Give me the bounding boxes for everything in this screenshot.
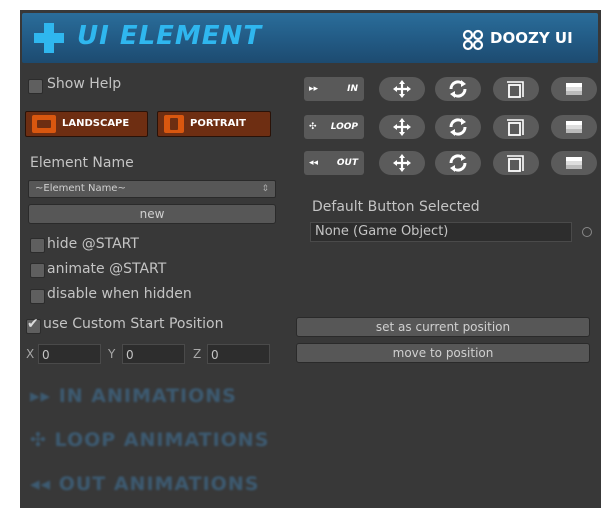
out-animations-section[interactable]: ◂◂ OUT ANIMATIONS [30,473,259,495]
z-axis-label: Z [193,347,202,361]
scale-icon [507,119,524,136]
out-rotate-button[interactable] [435,151,481,175]
new-element-name-button[interactable]: new [28,204,276,224]
out-scale-button[interactable] [493,151,539,175]
dropdown-arrow-icon: ⇕ [261,184,269,194]
animate-at-start-checkbox[interactable] [30,263,45,278]
loop-rotate-button[interactable] [435,115,481,139]
rotate-icon [449,80,467,98]
use-custom-start-position-label: use Custom Start Position [43,316,224,332]
disable-when-hidden-label: disable when hidden [47,286,192,302]
loop-arrows-icon: ✣ [309,122,317,132]
move-to-position-button[interactable]: move to position [296,343,590,363]
use-custom-start-position-checkbox[interactable] [26,316,41,334]
z-position-field[interactable]: 0 [207,344,270,364]
in-fade-button[interactable] [551,77,597,101]
landscape-button[interactable]: LANDSCAPE [25,111,148,137]
out-fade-button[interactable] [551,151,597,175]
fast-forward-icon: ▸▸ [309,84,319,94]
out-row-label[interactable]: ◂◂ OUT [304,151,364,175]
object-picker-icon[interactable] [582,227,592,237]
doozy-logo-icon [462,29,484,51]
hide-at-start-checkbox[interactable] [30,238,45,253]
in-animations-section[interactable]: ▸▸ IN ANIMATIONS [30,385,237,407]
y-axis-label: Y [108,347,116,361]
in-label: IN [347,84,358,94]
scale-icon [507,81,524,98]
in-move-button[interactable] [379,77,425,101]
rewind-icon: ◂◂ [309,158,319,168]
move-icon [393,118,411,136]
move-icon [393,154,411,172]
ui-element-header: UI ELEMENT DOOZY UI [22,13,598,63]
out-move-button[interactable] [379,151,425,175]
plus-icon [34,23,64,53]
x-axis-label: X [26,347,35,361]
rotate-icon [449,154,467,172]
show-help-label: Show Help [47,76,122,92]
hide-at-start-label: hide @START [47,236,139,252]
default-button-selected-label: Default Button Selected [312,199,480,215]
element-name-dropdown[interactable]: ~Element Name~ ⇕ [28,180,276,198]
fade-icon [566,121,582,133]
element-name-value: ~Element Name~ [35,183,126,194]
disable-when-hidden-checkbox[interactable] [30,289,45,304]
default-button-field[interactable]: None (Game Object) [310,222,572,242]
element-name-label: Element Name [30,155,134,171]
y-position-field[interactable]: 0 [122,344,185,364]
animate-at-start-label: animate @START [47,261,167,277]
loop-row-label[interactable]: ✣ LOOP [304,115,364,139]
loop-scale-button[interactable] [493,115,539,139]
in-scale-button[interactable] [493,77,539,101]
fade-icon [566,157,582,169]
in-row-label[interactable]: ▸▸ IN [304,77,364,101]
show-help-checkbox[interactable] [28,79,43,94]
portrait-icon [164,115,184,133]
set-as-current-position-button[interactable]: set as current position [296,317,590,337]
loop-fade-button[interactable] [551,115,597,139]
doozy-logo-text: DOOZY UI [490,29,573,47]
loop-label: LOOP [330,122,358,132]
x-position-field[interactable]: 0 [38,344,101,364]
in-rotate-button[interactable] [435,77,481,101]
fade-icon [566,83,582,95]
portrait-button[interactable]: PORTRAIT [157,111,271,137]
landscape-icon [32,115,56,133]
scale-icon [507,155,524,172]
portrait-label: PORTRAIT [190,118,246,129]
loop-move-button[interactable] [379,115,425,139]
landscape-label: LANDSCAPE [62,118,130,129]
move-icon [393,80,411,98]
out-label: OUT [336,158,358,168]
loop-animations-section[interactable]: ✣ LOOP ANIMATIONS [30,429,269,451]
rotate-icon [449,118,467,136]
header-title: UI ELEMENT [77,21,263,51]
